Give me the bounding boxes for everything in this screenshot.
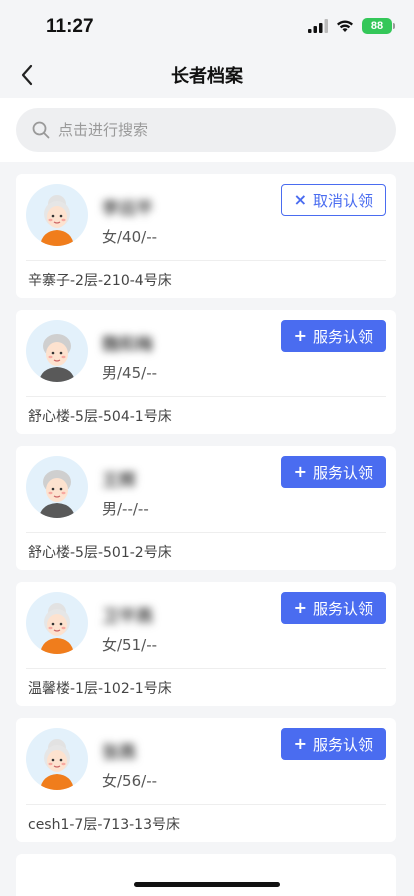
plus-icon: + [293,598,307,617]
status-time: 11:27 [46,16,94,37]
resident-location: 温馨楼-1层-102-1号床 [28,681,172,697]
resident-name: 卫平燕 [102,607,153,627]
service-claim-button[interactable]: + 服务认领 [280,320,386,352]
button-label: 服务认领 [312,327,373,346]
grandpa-icon [26,320,88,382]
page-title: 长者档案 [171,66,243,87]
home-indicator [134,882,280,887]
service-claim-button[interactable]: + 服务认领 [280,456,386,488]
search-input[interactable] [58,121,358,139]
resident-card-partial[interactable] [16,854,396,896]
grandma-icon [26,592,88,654]
resident-meta: 女/56/-- [102,772,158,790]
resident-location: cesh1-7层-713-13号床 [28,817,180,833]
grandma-icon [26,184,88,246]
resident-meta: 女/51/-- [102,636,158,654]
service-claim-button[interactable]: + 服务认领 [280,592,386,624]
status-bar: 11:27 88 [0,0,414,52]
battery-icon: 88 [362,18,395,34]
resident-card[interactable]: 魏和梅 男/45/-- + 服务认领 舒心楼-5层-504-1号床 [16,310,396,434]
divider [26,804,386,805]
search-bar [0,98,414,162]
divider [26,532,386,533]
resident-name: 李远平 [102,199,153,219]
divider [26,396,386,397]
resident-location: 舒心楼-5层-504-1号床 [28,409,172,425]
resident-name: 张燕 [102,743,136,763]
resident-location: 辛寨子-2层-210-4号床 [28,273,172,289]
plus-icon: + [293,462,307,481]
resident-name: 王辉 [102,471,136,491]
search-icon [32,121,50,139]
grandpa-icon [26,456,88,518]
signal-icon [308,19,328,33]
resident-card[interactable]: 李远平 女/40/-- × 取消认领 辛寨子-2层-210-4号床 [16,174,396,298]
plus-icon: + [293,734,307,753]
resident-name: 魏和梅 [102,335,153,355]
cancel-claim-button[interactable]: × 取消认领 [280,184,386,216]
divider [26,668,386,669]
search-box[interactable] [16,108,396,152]
wifi-icon [337,20,353,32]
resident-list: 李远平 女/40/-- × 取消认领 辛寨子-2层-210-4号床 魏和梅 男/… [16,174,396,854]
button-label: 服务认领 [312,463,373,482]
resident-location: 舒心楼-5层-501-2号床 [28,545,172,561]
plus-icon: + [293,326,307,345]
resident-card[interactable]: 卫平燕 女/51/-- + 服务认领 温馨楼-1层-102-1号床 [16,582,396,706]
divider [26,260,386,261]
button-label: 取消认领 [312,191,373,210]
button-label: 服务认领 [312,599,373,618]
resident-meta: 女/40/-- [102,228,158,246]
button-label: 服务认领 [312,735,373,754]
grandma-icon [26,728,88,790]
status-icons: 88 [308,18,395,34]
resident-meta: 男/--/-- [102,500,149,518]
service-claim-button[interactable]: + 服务认领 [280,728,386,760]
nav-bar: 长者档案 [0,52,414,98]
resident-card[interactable]: 张燕 女/56/-- + 服务认领 cesh1-7层-713-13号床 [16,718,396,842]
resident-meta: 男/45/-- [102,364,158,382]
close-icon: × [293,190,307,209]
resident-card[interactable]: 王辉 男/--/-- + 服务认领 舒心楼-5层-501-2号床 [16,446,396,570]
